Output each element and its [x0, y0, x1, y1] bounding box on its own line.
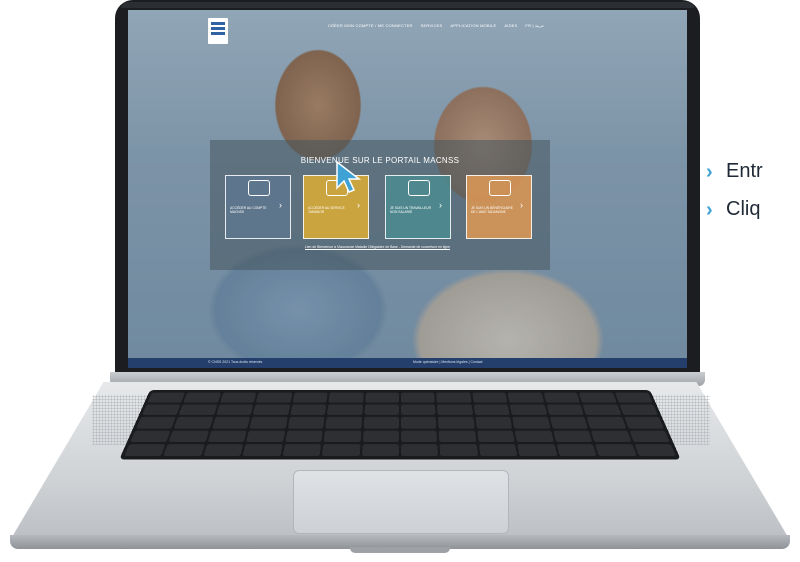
card-label: JE SUIS UN TRAVAILLEUR NON SALARIÉ: [390, 206, 432, 215]
logo-stripe: [211, 27, 225, 30]
family-icon: [489, 180, 511, 196]
welcome-panel: BIENVENUE SUR LE PORTAIL MACNSS ACCÉDER …: [210, 140, 550, 270]
laptop-keyboard: [119, 390, 681, 460]
card-macnss-account[interactable]: ACCÉDER AU COMPTE MACNSS ›: [225, 175, 291, 239]
nav-item-mobile-app[interactable]: APPLICATION MOBILE: [450, 23, 496, 28]
laptop-trackpad: [293, 470, 509, 534]
chevron-right-icon: ›: [439, 200, 442, 210]
card-amo-tadamone[interactable]: JE SUIS UN BÉNÉFICIAIRE DE L'AMO TADAMON…: [466, 175, 532, 239]
card-label: ACCÉDER AU COMPTE MACNSS: [230, 206, 267, 215]
logo-stripe: [211, 32, 225, 35]
card-non-salaried-worker[interactable]: JE SUIS UN TRAVAILLEUR NON SALARIÉ ›: [385, 175, 451, 239]
mouse-cursor-icon: [333, 158, 362, 194]
user-card-icon: [248, 180, 270, 196]
step-text: Entr: [726, 160, 763, 182]
chevron-right-icon: ›: [520, 200, 523, 210]
chevron-right-icon: ›: [706, 198, 713, 221]
nav-item-services[interactable]: SERVICES: [421, 23, 443, 28]
laptop-lid-edge: [121, 2, 694, 8]
laptop-foot: [350, 547, 450, 553]
main-nav: CRÉER MON COMPTE / ME CONNECTER SERVICES…: [328, 23, 544, 28]
nav-item-language[interactable]: FR | عربية: [525, 23, 544, 28]
step-item: › Entr: [706, 160, 763, 183]
card-label: ACCÉDER AU SERVICE TAMANOR: [308, 206, 345, 215]
briefcase-icon: [408, 180, 430, 196]
cnss-logo[interactable]: [208, 18, 228, 44]
chevron-right-icon: ›: [279, 200, 282, 210]
step-text: Cliq: [726, 198, 761, 220]
step-item: › Cliq: [706, 198, 760, 221]
panel-title: BIENVENUE SUR LE PORTAIL MACNSS: [300, 156, 460, 165]
card-label: JE SUIS UN BÉNÉFICIAIRE DE L'AMO TADAMON…: [471, 206, 513, 215]
amo-coverage-link[interactable]: Lien de Bienvenue à l'Assurance Maladie …: [305, 245, 475, 250]
nav-item-help[interactable]: AIDES: [504, 23, 517, 28]
footer-links[interactable]: Mode opératoire | Mentions légales | Con…: [413, 360, 483, 364]
chevron-right-icon: ›: [706, 160, 713, 183]
laptop-screen: CRÉER MON COMPTE / ME CONNECTER SERVICES…: [128, 10, 687, 368]
site-header: CRÉER MON COMPTE / ME CONNECTER SERVICES…: [128, 10, 687, 48]
chevron-right-icon: ›: [357, 200, 360, 210]
site-footer: © CNSS 2021 Tous droits réservés Mode op…: [128, 358, 687, 368]
copyright-text: © CNSS 2021 Tous droits réservés: [208, 360, 263, 364]
nav-item-account[interactable]: CRÉER MON COMPTE / ME CONNECTER: [328, 23, 413, 28]
logo-stripe: [211, 22, 225, 25]
